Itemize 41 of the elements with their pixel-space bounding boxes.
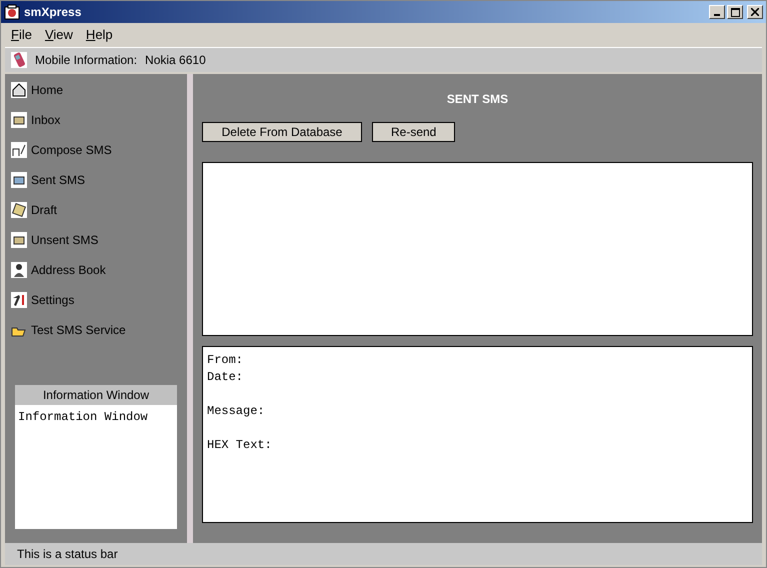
- envelope-icon: [11, 172, 27, 188]
- status-text: This is a status bar: [17, 547, 118, 561]
- detail-label: From:: [207, 352, 244, 369]
- phone-icon: [11, 52, 27, 68]
- sidebar-item[interactable]: Settings: [11, 290, 187, 310]
- envelope-icon: [11, 232, 27, 248]
- maximize-icon: [730, 8, 740, 16]
- pencil-icon: [11, 142, 27, 158]
- detail-label: HEX Text:: [207, 437, 273, 454]
- minimize-button[interactable]: [709, 5, 725, 19]
- sidebar-item[interactable]: Draft: [11, 200, 187, 220]
- sidebar-item[interactable]: Home: [11, 80, 187, 100]
- sidebar-item[interactable]: Sent SMS: [11, 170, 187, 190]
- sidebar-item[interactable]: Compose SMS: [11, 140, 187, 160]
- detail-label: Message:: [207, 403, 266, 420]
- note-icon: [11, 202, 27, 218]
- menu-item[interactable]: View: [44, 26, 73, 42]
- maximize-button[interactable]: [727, 5, 743, 19]
- info-label: Mobile Information:: [35, 53, 138, 67]
- person-icon: [11, 262, 27, 278]
- envelope-icon: [11, 112, 27, 128]
- sidebar-item[interactable]: Test SMS Service: [11, 320, 187, 340]
- info-text: Information Window: [18, 410, 148, 424]
- menu-item[interactable]: File: [11, 26, 32, 42]
- sidebar-item[interactable]: Inbox: [11, 110, 187, 130]
- minimize-icon: [714, 14, 720, 16]
- delete-button[interactable]: Delete From Database: [202, 122, 362, 142]
- house-icon: [11, 82, 27, 98]
- menu-item[interactable]: Help: [86, 26, 113, 42]
- tools-icon: [11, 292, 27, 308]
- phone-model: Nokia 6610: [145, 53, 206, 67]
- sidebar-item[interactable]: Unsent SMS: [11, 230, 187, 250]
- panel-title: Information Window: [15, 385, 177, 405]
- close-icon: [751, 8, 759, 16]
- section-title: SENT SMS: [446, 92, 510, 106]
- sidebar-item[interactable]: Address Book: [11, 260, 187, 280]
- app-icon: [4, 4, 20, 20]
- resend-button[interactable]: Re-send: [372, 122, 456, 142]
- window-title: smXpress: [24, 5, 82, 19]
- detail-label: Date:: [207, 369, 244, 386]
- close-button[interactable]: [747, 5, 763, 19]
